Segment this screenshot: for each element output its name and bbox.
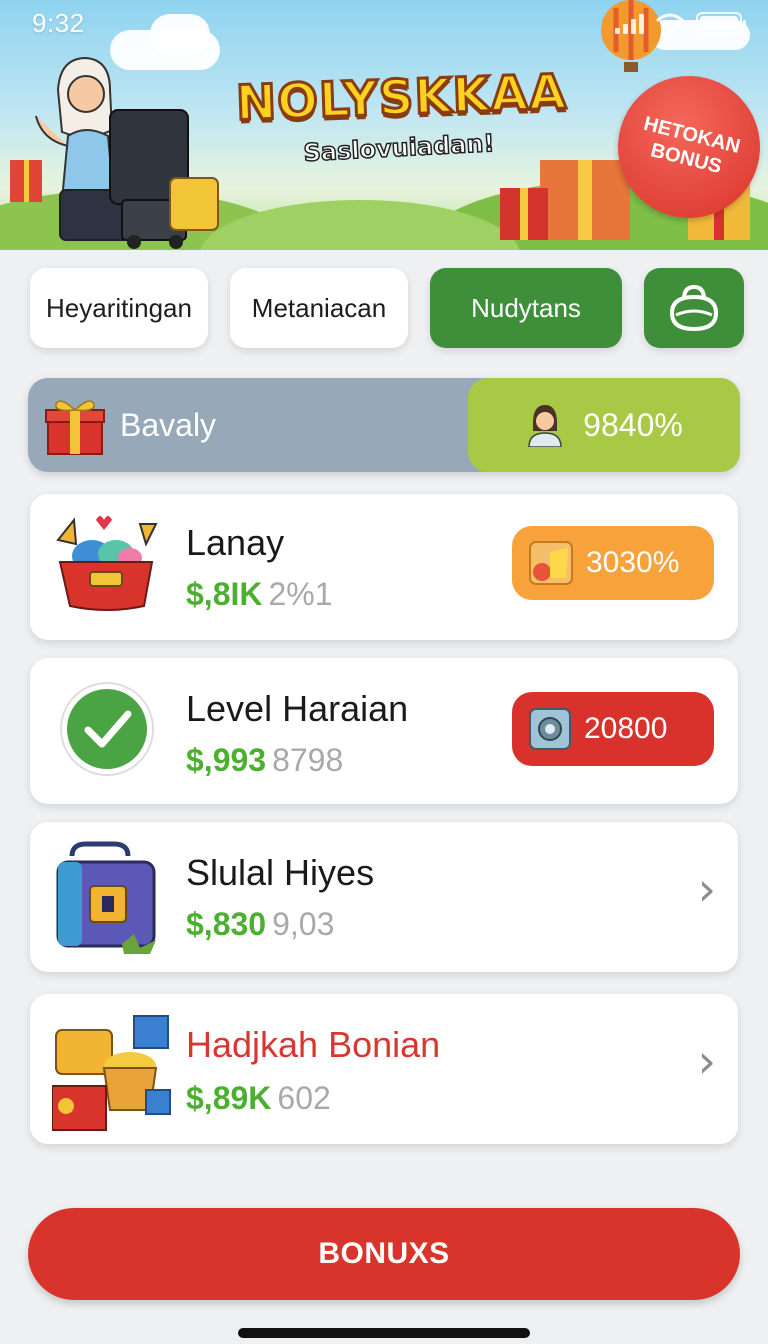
list-item-hadjkah-bonian[interactable]: Hadjkah Bonian $,89K 602 › bbox=[30, 994, 738, 1144]
bag-button[interactable] bbox=[644, 268, 744, 348]
chest-icon bbox=[56, 841, 156, 954]
item-title: Slulal Hiyes bbox=[186, 852, 375, 893]
item-amount-value: $,89K bbox=[186, 1080, 272, 1116]
status-bar: 9:32 bbox=[0, 0, 768, 46]
tab-nudytans[interactable]: Nudytans bbox=[430, 268, 622, 348]
list-item-lanay[interactable]: Lanay $,8IK 2%1 3030% bbox=[30, 494, 738, 640]
tab-label: Heyaritingan bbox=[46, 292, 192, 323]
bonus-button-label: BONUXS bbox=[318, 1237, 450, 1270]
item-amount-value: $,830 bbox=[186, 906, 267, 942]
tab-bar: Heyaritingan Metaniacan Nudytans bbox=[30, 268, 744, 348]
item-amount-sub: 9,03 bbox=[272, 906, 335, 942]
check-icon bbox=[60, 682, 154, 776]
item-amount: $,830 9,03 bbox=[186, 906, 334, 943]
tab-label: Metaniacan bbox=[251, 292, 387, 323]
hero-title: NOLYSKKAA bbox=[234, 63, 570, 134]
item-amount-value: $,993 bbox=[186, 742, 267, 778]
fruit-card-icon bbox=[529, 541, 573, 585]
bag-icon bbox=[669, 284, 719, 332]
status-time: 9:32 bbox=[32, 7, 85, 38]
balance-label: Bavaly bbox=[120, 406, 217, 443]
balance-percent-box: 9840% bbox=[468, 378, 740, 472]
bonus-button[interactable]: BONUXS bbox=[28, 1208, 740, 1300]
item-badge-red[interactable]: 20800 bbox=[512, 692, 714, 766]
item-amount-value: $,8IK bbox=[186, 576, 263, 612]
status-icons bbox=[615, 12, 746, 34]
item-badge-value: 3030% bbox=[586, 546, 680, 579]
gift-icon bbox=[45, 400, 105, 455]
gift-pile-icon bbox=[52, 1015, 171, 1131]
item-badge-orange[interactable]: 3030% bbox=[512, 526, 714, 600]
item-amount-sub: 8798 bbox=[272, 742, 344, 778]
hero-subtitle: Saslovuiadan! bbox=[302, 128, 496, 167]
item-title: Lanay bbox=[186, 522, 285, 563]
item-amount: $,8IK 2%1 bbox=[186, 576, 333, 613]
item-badge-value: 20800 bbox=[584, 712, 668, 745]
tab-metaniacan[interactable]: Metaniacan bbox=[230, 268, 408, 348]
chevron-right-icon[interactable]: › bbox=[698, 862, 716, 916]
balance-bar[interactable]: Bavaly 9840% bbox=[28, 378, 740, 472]
basket-icon bbox=[56, 516, 158, 611]
avatar-icon bbox=[528, 405, 562, 447]
tab-heyaritingan[interactable]: Heyaritingan bbox=[30, 268, 208, 348]
home-indicator[interactable] bbox=[238, 1328, 530, 1338]
item-amount: $,993 8798 bbox=[186, 742, 343, 779]
camera-icon bbox=[529, 708, 571, 750]
hero-banner: 9:32 NOLYSKKAA Saslovuiadan! HETOKAN BON… bbox=[0, 0, 768, 250]
item-title: Hadjkah Bonian bbox=[186, 1024, 441, 1065]
item-amount-sub: 602 bbox=[277, 1080, 331, 1116]
bonus-badge-label: HETOKAN BONUS bbox=[641, 112, 743, 179]
balance-percent: 9840% bbox=[583, 406, 683, 443]
chevron-right-icon[interactable]: › bbox=[698, 1034, 716, 1088]
person-laptop-illustration bbox=[10, 56, 219, 249]
list-item-level-haraian[interactable]: Level Haraian $,993 8798 20800 bbox=[30, 658, 738, 804]
wifi-icon bbox=[656, 13, 684, 33]
item-title: Level Haraian bbox=[186, 688, 409, 729]
item-amount-sub: 2%1 bbox=[268, 576, 333, 612]
battery-icon bbox=[696, 12, 746, 34]
tab-label: Nudytans bbox=[471, 292, 581, 323]
list-item-slulal-hiyes[interactable]: Slulal Hiyes $,830 9,03 › bbox=[30, 822, 738, 972]
item-amount: $,89K 602 bbox=[186, 1080, 331, 1117]
signal-icon bbox=[615, 12, 644, 34]
